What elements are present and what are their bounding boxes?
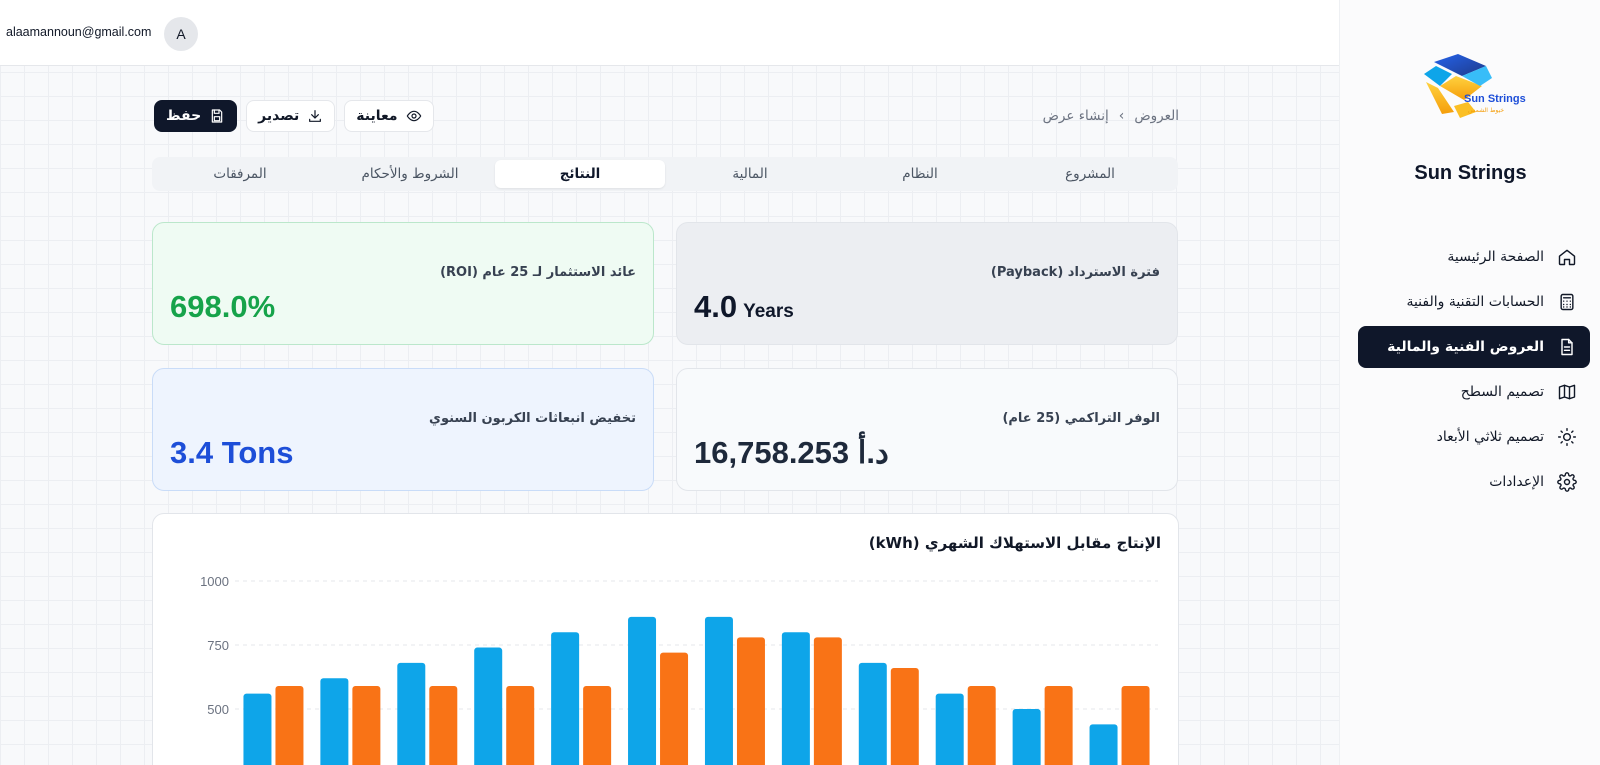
production-bar[interactable]: [935, 693, 964, 765]
chevron-left-icon: ‹: [1118, 108, 1125, 124]
production-bar[interactable]: [551, 632, 580, 765]
production-bar[interactable]: [704, 616, 733, 765]
roi-card: عائد الاستثمار لـ 25 عام (ROI) 698.0%: [152, 222, 654, 345]
y-tick-label: 1000: [200, 574, 229, 589]
production-bar[interactable]: [628, 616, 657, 765]
consumption-bar[interactable]: [275, 685, 304, 765]
export-button-label: تصدير: [258, 108, 300, 124]
sidebar-item-roof-design[interactable]: تصميم السطح: [1358, 371, 1590, 413]
tab-terms[interactable]: الشروط والأحكام: [325, 160, 495, 188]
carbon-card: تخفيض انبعاثات الكربون السنوي 3.4 Tons: [152, 368, 654, 491]
home-icon: [1556, 246, 1578, 268]
save-button-label: حفظ: [166, 108, 202, 124]
consumption-bar[interactable]: [506, 685, 535, 765]
preview-button[interactable]: معاينة: [344, 100, 434, 132]
document-icon: [1556, 336, 1578, 358]
gear-icon: [1556, 471, 1578, 493]
production-bar[interactable]: [781, 632, 810, 765]
y-tick-label: 750: [207, 638, 229, 653]
production-bar[interactable]: [858, 662, 887, 765]
sidebar-item-label: العروض الفنية والمالية: [1387, 339, 1544, 355]
consumption-bar[interactable]: [967, 685, 996, 765]
payback-card: فترة الاسترداد (Payback) 4.0 Years: [676, 222, 1178, 345]
sidebar-item-label: تصميم السطح: [1460, 384, 1544, 400]
user-email: alaamannoun@gmail.com: [6, 25, 152, 39]
sidebar-item-calculations[interactable]: الحسابات التقنية والفنية: [1358, 281, 1590, 323]
consumption-bar[interactable]: [1044, 685, 1073, 765]
carbon-value: 3.4 Tons: [170, 435, 294, 470]
carbon-label: تخفيض انبعاثات الكربون السنوي: [429, 411, 636, 426]
logo-subtext: خيوط الشمس: [1468, 107, 1504, 114]
chart-title: الإنتاج مقابل الاستهلاك الشهري (kWh): [868, 534, 1161, 552]
payback-value: 4.0 Years: [694, 289, 794, 325]
calculator-icon: [1556, 291, 1578, 313]
avatar[interactable]: A: [164, 17, 198, 51]
consumption-bar[interactable]: [583, 685, 612, 765]
sidebar-nav: الصفحة الرئيسية الحسابات التقنية والفنية…: [1358, 236, 1590, 506]
action-buttons: حفظ تصدير معاينة: [154, 100, 434, 132]
sidebar-item-settings[interactable]: الإعدادات: [1358, 461, 1590, 503]
consumption-bar[interactable]: [660, 652, 689, 765]
breadcrumb: العروض ‹ إنشاء عرض: [1029, 106, 1179, 126]
breadcrumb-current: إنشاء عرض: [1042, 108, 1109, 124]
brand-name: Sun Strings: [1414, 162, 1527, 184]
tab-results[interactable]: النتائج: [495, 160, 665, 188]
consumption-bar[interactable]: [813, 637, 842, 765]
consumption-bar[interactable]: [890, 668, 919, 765]
download-icon: [309, 110, 322, 122]
tab-project[interactable]: المشروع: [1005, 160, 1175, 188]
consumption-bar[interactable]: [736, 637, 765, 765]
sidebar-item-home[interactable]: الصفحة الرئيسية: [1358, 236, 1590, 278]
production-bar[interactable]: [1089, 724, 1118, 765]
sidebar-item-label: تصميم ثلاثي الأبعاد: [1436, 429, 1544, 445]
consumption-bar[interactable]: [1121, 685, 1150, 765]
sidebar-item-label: الصفحة الرئيسية: [1447, 249, 1544, 265]
tabs: المشروع النظام المالية النتائج الشروط وا…: [152, 157, 1178, 191]
consumption-bar[interactable]: [429, 685, 458, 765]
preview-button-label: معاينة: [356, 108, 398, 124]
roi-label: عائد الاستثمار لـ 25 عام (ROI): [440, 265, 636, 280]
map-icon: [1556, 381, 1578, 403]
sidebar-item-offers[interactable]: العروض الفنية والمالية: [1358, 326, 1590, 368]
eye-icon: [406, 110, 421, 122]
breadcrumb-parent[interactable]: العروض: [1134, 108, 1179, 124]
sidebar: Sun Strings خيوط الشمس Sun Strings الصفح…: [1339, 0, 1600, 765]
production-bar[interactable]: [397, 662, 426, 765]
production-bar[interactable]: [320, 678, 349, 765]
tab-attachments[interactable]: المرفقات: [155, 160, 325, 188]
payback-unit: Years: [743, 301, 794, 322]
savings-value: 16,758.253 د.أ: [694, 435, 889, 470]
tab-financial[interactable]: المالية: [665, 160, 835, 188]
payback-number: 4.0: [694, 289, 738, 324]
roi-value: 698.0%: [170, 289, 276, 324]
export-button[interactable]: تصدير: [246, 100, 336, 132]
production-bar[interactable]: [243, 693, 272, 765]
payback-label: فترة الاسترداد (Payback): [990, 265, 1160, 280]
consumption-bar[interactable]: [352, 685, 381, 765]
savings-card: الوفر التراكمي (25 عام) 16,758.253 د.أ: [676, 368, 1178, 491]
logo-text: Sun Strings: [1464, 93, 1526, 105]
production-consumption-chart: 1000 750 500 الإنتاج مقابل الاستهلاك الشهر…: [152, 513, 1179, 765]
save-button[interactable]: حفظ: [154, 100, 238, 132]
sidebar-item-label: الإعدادات: [1489, 474, 1544, 490]
tab-system[interactable]: النظام: [835, 160, 1005, 188]
production-bar[interactable]: [1012, 709, 1041, 765]
sidebar-item-label: الحسابات التقنية والفنية: [1406, 294, 1544, 310]
floppy-disk-icon: [211, 109, 223, 123]
production-bar[interactable]: [474, 647, 503, 765]
top-bar: alaamannoun@gmail.com A: [0, 0, 1339, 66]
savings-label: الوفر التراكمي (25 عام): [1002, 411, 1160, 426]
sun-strings-logo: Sun Strings خيوط الشمس: [1424, 54, 1526, 118]
y-tick-label: 500: [207, 702, 229, 717]
sun-icon: [1556, 426, 1578, 448]
sidebar-item-3d-design[interactable]: تصميم ثلاثي الأبعاد: [1358, 416, 1590, 458]
